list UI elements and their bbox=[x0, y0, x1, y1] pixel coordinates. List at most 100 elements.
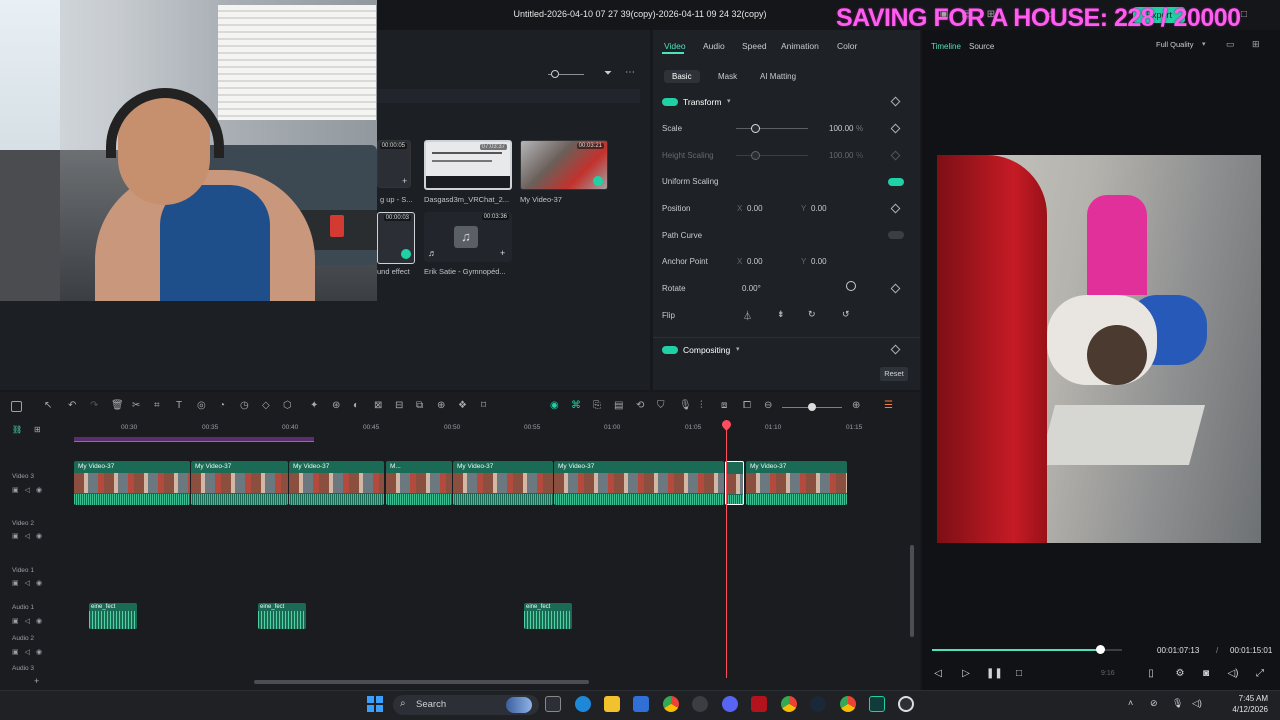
frame-icon[interactable]: ⌑ bbox=[481, 400, 486, 411]
filmora-icon[interactable] bbox=[869, 696, 885, 712]
auto-highlight-icon[interactable]: ⟲ bbox=[636, 400, 644, 411]
chevron-down-icon[interactable]: ▾ bbox=[736, 345, 740, 353]
position-x-input[interactable]: 0.00 bbox=[747, 204, 763, 213]
track-controls[interactable]: ▣◁◉ bbox=[12, 532, 48, 540]
audio-mixer-icon[interactable]: ⫶ bbox=[700, 400, 703, 411]
stabilize-icon[interactable]: ⊛ bbox=[332, 400, 340, 411]
stop-icon[interactable]: □ bbox=[1013, 668, 1025, 680]
obs-icon[interactable] bbox=[692, 696, 708, 712]
pip-icon[interactable]: ⧠ bbox=[743, 400, 751, 411]
audio-clip[interactable]: eine_fect bbox=[89, 603, 137, 629]
timeline-clip-selected[interactable] bbox=[725, 461, 744, 505]
text-icon[interactable]: T bbox=[176, 400, 182, 411]
timeline-clip[interactable]: My Video-37 bbox=[191, 461, 288, 505]
keyframe-tool-icon[interactable]: ◇ bbox=[262, 400, 270, 411]
group-icon[interactable]: ⧉ bbox=[416, 400, 423, 411]
playback-scrubber[interactable] bbox=[1096, 645, 1105, 654]
scale-slider-knob[interactable] bbox=[751, 124, 760, 133]
media-thumb-5[interactable]: ♫ ♬ + 00:03:36 bbox=[424, 212, 512, 262]
ai-tool-icon[interactable]: ✦ bbox=[310, 400, 318, 411]
zoom-icon[interactable]: ◔ bbox=[219, 400, 225, 411]
subtab-mask[interactable]: Mask bbox=[710, 70, 745, 83]
volume-icon[interactable]: ◁) bbox=[1227, 668, 1239, 680]
shield-icon[interactable]: ⛉ bbox=[657, 400, 665, 411]
motion-track-icon[interactable]: ⊕ bbox=[437, 400, 445, 411]
add-track-icon[interactable]: ⊞ bbox=[34, 425, 41, 434]
pause-icon[interactable]: ❚❚ bbox=[986, 668, 1003, 680]
rotate-dial[interactable] bbox=[846, 281, 856, 291]
compositing-toggle[interactable] bbox=[662, 346, 678, 354]
playback-progress[interactable] bbox=[932, 649, 1122, 651]
timeline-scrollbar[interactable] bbox=[254, 680, 589, 684]
track-controls[interactable]: ▣◁◉ bbox=[12, 486, 48, 494]
timeline-clip[interactable]: M... bbox=[386, 461, 452, 505]
tab-color[interactable]: Color bbox=[837, 41, 857, 51]
microphone-icon[interactable]: 🎙 bbox=[679, 400, 692, 411]
windows-start-icon[interactable] bbox=[367, 696, 383, 712]
flip-horizontal-icon[interactable]: ⏃ bbox=[743, 309, 752, 322]
uniform-scaling-toggle[interactable] bbox=[888, 178, 904, 186]
detach-icon[interactable]: ⊟ bbox=[395, 400, 403, 411]
rotate-left-icon[interactable]: ↺ bbox=[842, 309, 850, 320]
redo-icon[interactable]: ↷ bbox=[90, 400, 98, 411]
chevron-up-icon[interactable]: ˄ bbox=[1128, 698, 1133, 708]
chrome-profile-icon[interactable] bbox=[781, 696, 797, 712]
scale-slider[interactable] bbox=[736, 128, 808, 129]
quality-dropdown[interactable]: Full Quality bbox=[1156, 40, 1194, 49]
effects-icon[interactable]: ◎ bbox=[197, 400, 206, 411]
add-icon[interactable]: + bbox=[34, 676, 39, 686]
timeline-clip[interactable]: My Video-37 bbox=[74, 461, 190, 505]
transform-toggle[interactable] bbox=[662, 98, 678, 106]
chrome-alt-icon[interactable] bbox=[840, 696, 856, 712]
playhead[interactable] bbox=[726, 420, 727, 678]
zoom-in-icon[interactable]: ⊕ bbox=[852, 400, 860, 411]
steam-icon[interactable] bbox=[810, 696, 826, 712]
more-options-icon[interactable]: ⋯ bbox=[625, 67, 635, 78]
split-icon[interactable]: ✂ bbox=[132, 400, 140, 411]
scale-value[interactable]: 100.00 bbox=[829, 124, 853, 133]
add-icon[interactable]: + bbox=[402, 176, 407, 186]
acrobat-icon[interactable] bbox=[751, 696, 767, 712]
path-curve-toggle[interactable] bbox=[888, 231, 904, 239]
aspect-ratio[interactable]: 9:16 bbox=[1101, 670, 1115, 677]
track-layout-icon[interactable]: ☰ bbox=[884, 400, 893, 411]
delete-icon[interactable]: 🗑 bbox=[111, 400, 124, 411]
tab-animation[interactable]: Animation bbox=[781, 41, 819, 51]
anchor-x-input[interactable]: 0.00 bbox=[747, 257, 763, 266]
select-tool-icon[interactable]: ↖ bbox=[44, 400, 52, 411]
marker-tool-icon[interactable]: ⎘ bbox=[593, 400, 601, 411]
discord-icon[interactable] bbox=[722, 696, 738, 712]
tab-video[interactable]: Video bbox=[664, 41, 686, 51]
color-match-icon[interactable]: ◐ bbox=[353, 400, 359, 411]
snapshot-icon[interactable]: ▭ bbox=[1226, 39, 1235, 50]
track-controls[interactable]: ▣◁◉ bbox=[12, 579, 48, 587]
timeline-clip[interactable]: My Video-37 bbox=[453, 461, 553, 505]
reset-button[interactable]: Reset bbox=[880, 367, 908, 381]
store-icon[interactable] bbox=[633, 696, 649, 712]
track-controls[interactable]: ▣◁◉ bbox=[12, 648, 48, 656]
settings-icon[interactable]: ⚙ bbox=[1174, 668, 1186, 680]
network-icon[interactable]: ⊘ bbox=[1150, 698, 1158, 709]
zoom-out-icon[interactable]: ⊖ bbox=[764, 400, 772, 411]
undo-icon[interactable]: ↶ bbox=[68, 400, 76, 411]
play-icon[interactable]: ▷ bbox=[960, 668, 972, 680]
tab-timeline-preview[interactable]: Timeline bbox=[931, 42, 961, 51]
audio-clip[interactable]: eine_fect bbox=[258, 603, 306, 629]
preview-video-frame[interactable] bbox=[937, 155, 1261, 543]
mask-icon[interactable]: ⊠ bbox=[374, 400, 382, 411]
volume-tray-icon[interactable]: ◁) bbox=[1192, 698, 1202, 709]
transition-icon[interactable]: ⬡ bbox=[283, 400, 292, 411]
add-icon[interactable]: + bbox=[500, 248, 505, 258]
link-icon[interactable]: ⌘ bbox=[571, 400, 581, 411]
track-controls[interactable]: ▣◁◉ bbox=[12, 617, 48, 625]
previous-frame-icon[interactable]: ◁ bbox=[932, 668, 944, 680]
media-thumb-2[interactable]: 07:03:37 bbox=[424, 140, 512, 190]
media-thumb-4[interactable]: 00:00:03 bbox=[377, 212, 415, 264]
microphone-tray-icon[interactable]: 🎙 bbox=[1172, 698, 1183, 709]
anchor-y-input[interactable]: 0.00 bbox=[811, 257, 827, 266]
rotate-input[interactable]: 0.00° bbox=[742, 284, 761, 293]
tab-speed[interactable]: Speed bbox=[742, 41, 767, 51]
file-explorer-icon[interactable] bbox=[604, 696, 620, 712]
camera-icon[interactable]: ◙ bbox=[1200, 668, 1212, 680]
grid-icon[interactable]: ⊞ bbox=[1252, 39, 1260, 50]
